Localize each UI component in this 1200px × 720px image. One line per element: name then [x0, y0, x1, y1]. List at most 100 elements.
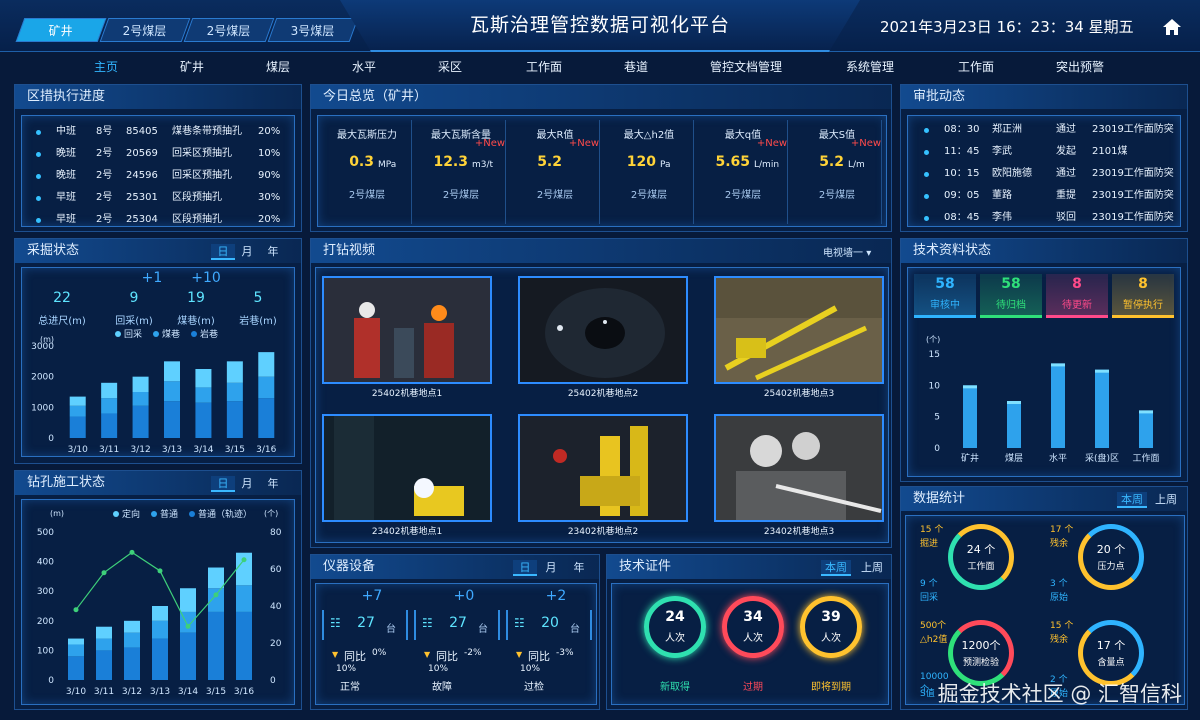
period-this-week[interactable]: 本周 — [821, 560, 851, 576]
overview-item: 最大瓦斯压力 0.3 MPa 2号煤层 — [322, 120, 412, 224]
period-year[interactable]: 年 — [263, 244, 283, 260]
video-thumb[interactable] — [322, 276, 492, 384]
period-last-week[interactable]: 上周 — [1151, 492, 1181, 508]
axis-unit: (m) — [50, 509, 64, 518]
bar — [68, 644, 84, 657]
nav-outburst-warning[interactable]: 突出预警 — [1056, 56, 1104, 78]
stat-ring: 20 个压力点 — [1078, 524, 1144, 590]
badge-label: 审核中 — [930, 300, 960, 311]
bar — [124, 620, 140, 633]
bullet-icon — [36, 152, 41, 157]
overview-value: 5.65 — [715, 154, 750, 170]
ratio-label: 同比 — [528, 650, 550, 663]
list-item: 早班 2号 25304 区段预抽孔 20% — [22, 210, 292, 226]
period-day[interactable]: 日 — [211, 476, 235, 492]
video-thumb[interactable] — [714, 276, 884, 384]
new-tag: +New — [474, 138, 506, 149]
x-tick: 3/13 — [162, 445, 182, 455]
video-thumb[interactable] — [322, 414, 492, 522]
approval-person: 欧阳施德 — [992, 168, 1032, 179]
nav-workface-2[interactable]: 工作面 — [958, 56, 994, 78]
bullet-icon — [924, 216, 929, 221]
instrument-grid: +7 ☷ 27 台 ▼ 同比 0% 10% 正常 +0 ☷ 27 台 ▼ 同比 -2% 10% 故障 +2 ☷ 20 台 ▼… — [315, 583, 597, 705]
tech-docs-bar-chart: (个) 0 5 10 15 矿井 煤层 水平 采(盘)区 工作面 — [926, 335, 1160, 464]
status-badge[interactable]: 58 审核中 — [914, 274, 976, 318]
bar — [101, 413, 118, 438]
period-month[interactable]: 月 — [237, 476, 257, 492]
bar — [164, 381, 180, 402]
approval-status: 通过 — [1056, 168, 1076, 179]
video-thumb[interactable] — [518, 414, 688, 522]
overview-sub: 2号煤层 — [442, 190, 480, 201]
approval-time: 08：30 — [944, 124, 980, 135]
nav-doc-mgmt[interactable]: 管控文档管理 — [710, 56, 782, 78]
drilling-chart-frame: 定向 普通 普通（轨迹） (m) (个) 0 100 200 300 400 500 0 20 40 60 8… — [21, 499, 295, 705]
list-icon: ☷ — [330, 616, 341, 630]
nav-level[interactable]: 水平 — [352, 56, 376, 78]
legend-label: 定向 — [122, 508, 140, 520]
ratio-label: 同比 — [344, 650, 366, 663]
status-badge[interactable]: 58 待归档 — [980, 274, 1042, 318]
nav-area[interactable]: 采区 — [438, 56, 462, 78]
approval-time: 10：15 — [944, 168, 980, 179]
approval-status: 重提 — [1056, 190, 1076, 201]
bar — [69, 396, 86, 406]
period-day[interactable]: 日 — [211, 244, 235, 260]
stat-label: 回采(m) — [115, 316, 153, 327]
ring-center: 1200个 — [961, 639, 1001, 652]
overview-unit: L/m — [848, 160, 865, 170]
nav-mine[interactable]: 矿井 — [180, 56, 204, 78]
bar — [124, 632, 140, 648]
bar — [236, 611, 252, 680]
period-year[interactable]: 年 — [569, 560, 589, 576]
list-icon: ☷ — [422, 616, 433, 630]
line-point — [101, 570, 107, 576]
tab-mine[interactable]: 矿井 — [15, 18, 107, 42]
status-badge[interactable]: 8 暂停执行 — [1112, 274, 1174, 318]
status-badge[interactable]: 8 待更新 — [1046, 274, 1108, 318]
video-wall-select[interactable]: 电视墙一 ▾ — [823, 244, 871, 259]
period-month[interactable]: 月 — [237, 244, 257, 260]
video-thumb[interactable] — [518, 276, 688, 384]
approval-list: 08：30 郑正洲 通过 23019工作面防突 11：45 李武 发起 2101煤 10：15 欧… — [907, 115, 1181, 227]
overview-value: 120 — [626, 154, 656, 170]
nav-workface[interactable]: 工作面 — [526, 56, 562, 78]
approval-item: 23019工作面防突 — [1092, 190, 1174, 201]
approval-status: 通过 — [1056, 124, 1076, 135]
nav-seam[interactable]: 煤层 — [266, 56, 290, 78]
certificate-count: 34 — [743, 609, 763, 625]
legend-marker — [115, 331, 121, 337]
period-month[interactable]: 月 — [541, 560, 561, 576]
bar — [1007, 401, 1021, 448]
certificate-label: 过期 — [743, 682, 763, 693]
video-thumb[interactable] — [714, 414, 884, 522]
approval-person: 李伟 — [992, 212, 1012, 223]
period-this-week[interactable]: 本周 — [1117, 492, 1147, 508]
overview-sub: 2号煤层 — [724, 190, 762, 201]
bar — [68, 656, 84, 680]
home-icon[interactable] — [1162, 18, 1184, 38]
tab-coal-seam-3[interactable]: 3号煤层 — [267, 18, 359, 42]
period-last-week[interactable]: 上周 — [857, 560, 887, 576]
nav-roadway[interactable]: 巷道 — [624, 56, 648, 78]
bar — [132, 376, 149, 392]
instrument-box: ☷ 27 台 — [322, 610, 408, 640]
y-tick: 400 — [37, 558, 54, 568]
tab-coal-seam-2a[interactable]: 2号煤层 — [99, 18, 191, 42]
period-year[interactable]: 年 — [263, 476, 283, 492]
bar — [132, 405, 149, 438]
period-day[interactable]: 日 — [513, 560, 537, 576]
instrument-unit: 台 — [386, 624, 396, 635]
mining-chart-frame: +1 +10 22 9 19 5 总进尺(m) 回采(m) 煤巷(m) 岩巷(m… — [21, 267, 295, 457]
instrument-count: 20 — [541, 615, 559, 631]
nav-system[interactable]: 系统管理 — [846, 56, 894, 78]
tab-coal-seam-2b[interactable]: 2号煤层 — [183, 18, 275, 42]
bar — [963, 385, 977, 448]
triangle-icon: ▼ — [516, 650, 523, 659]
overview-unit: Pa — [660, 160, 671, 170]
bar — [236, 585, 252, 612]
bar — [152, 638, 168, 680]
overview-value: 12.3 — [433, 154, 468, 170]
x-tick: 3/11 — [94, 687, 114, 697]
nav-home[interactable]: 主页 — [94, 56, 118, 78]
